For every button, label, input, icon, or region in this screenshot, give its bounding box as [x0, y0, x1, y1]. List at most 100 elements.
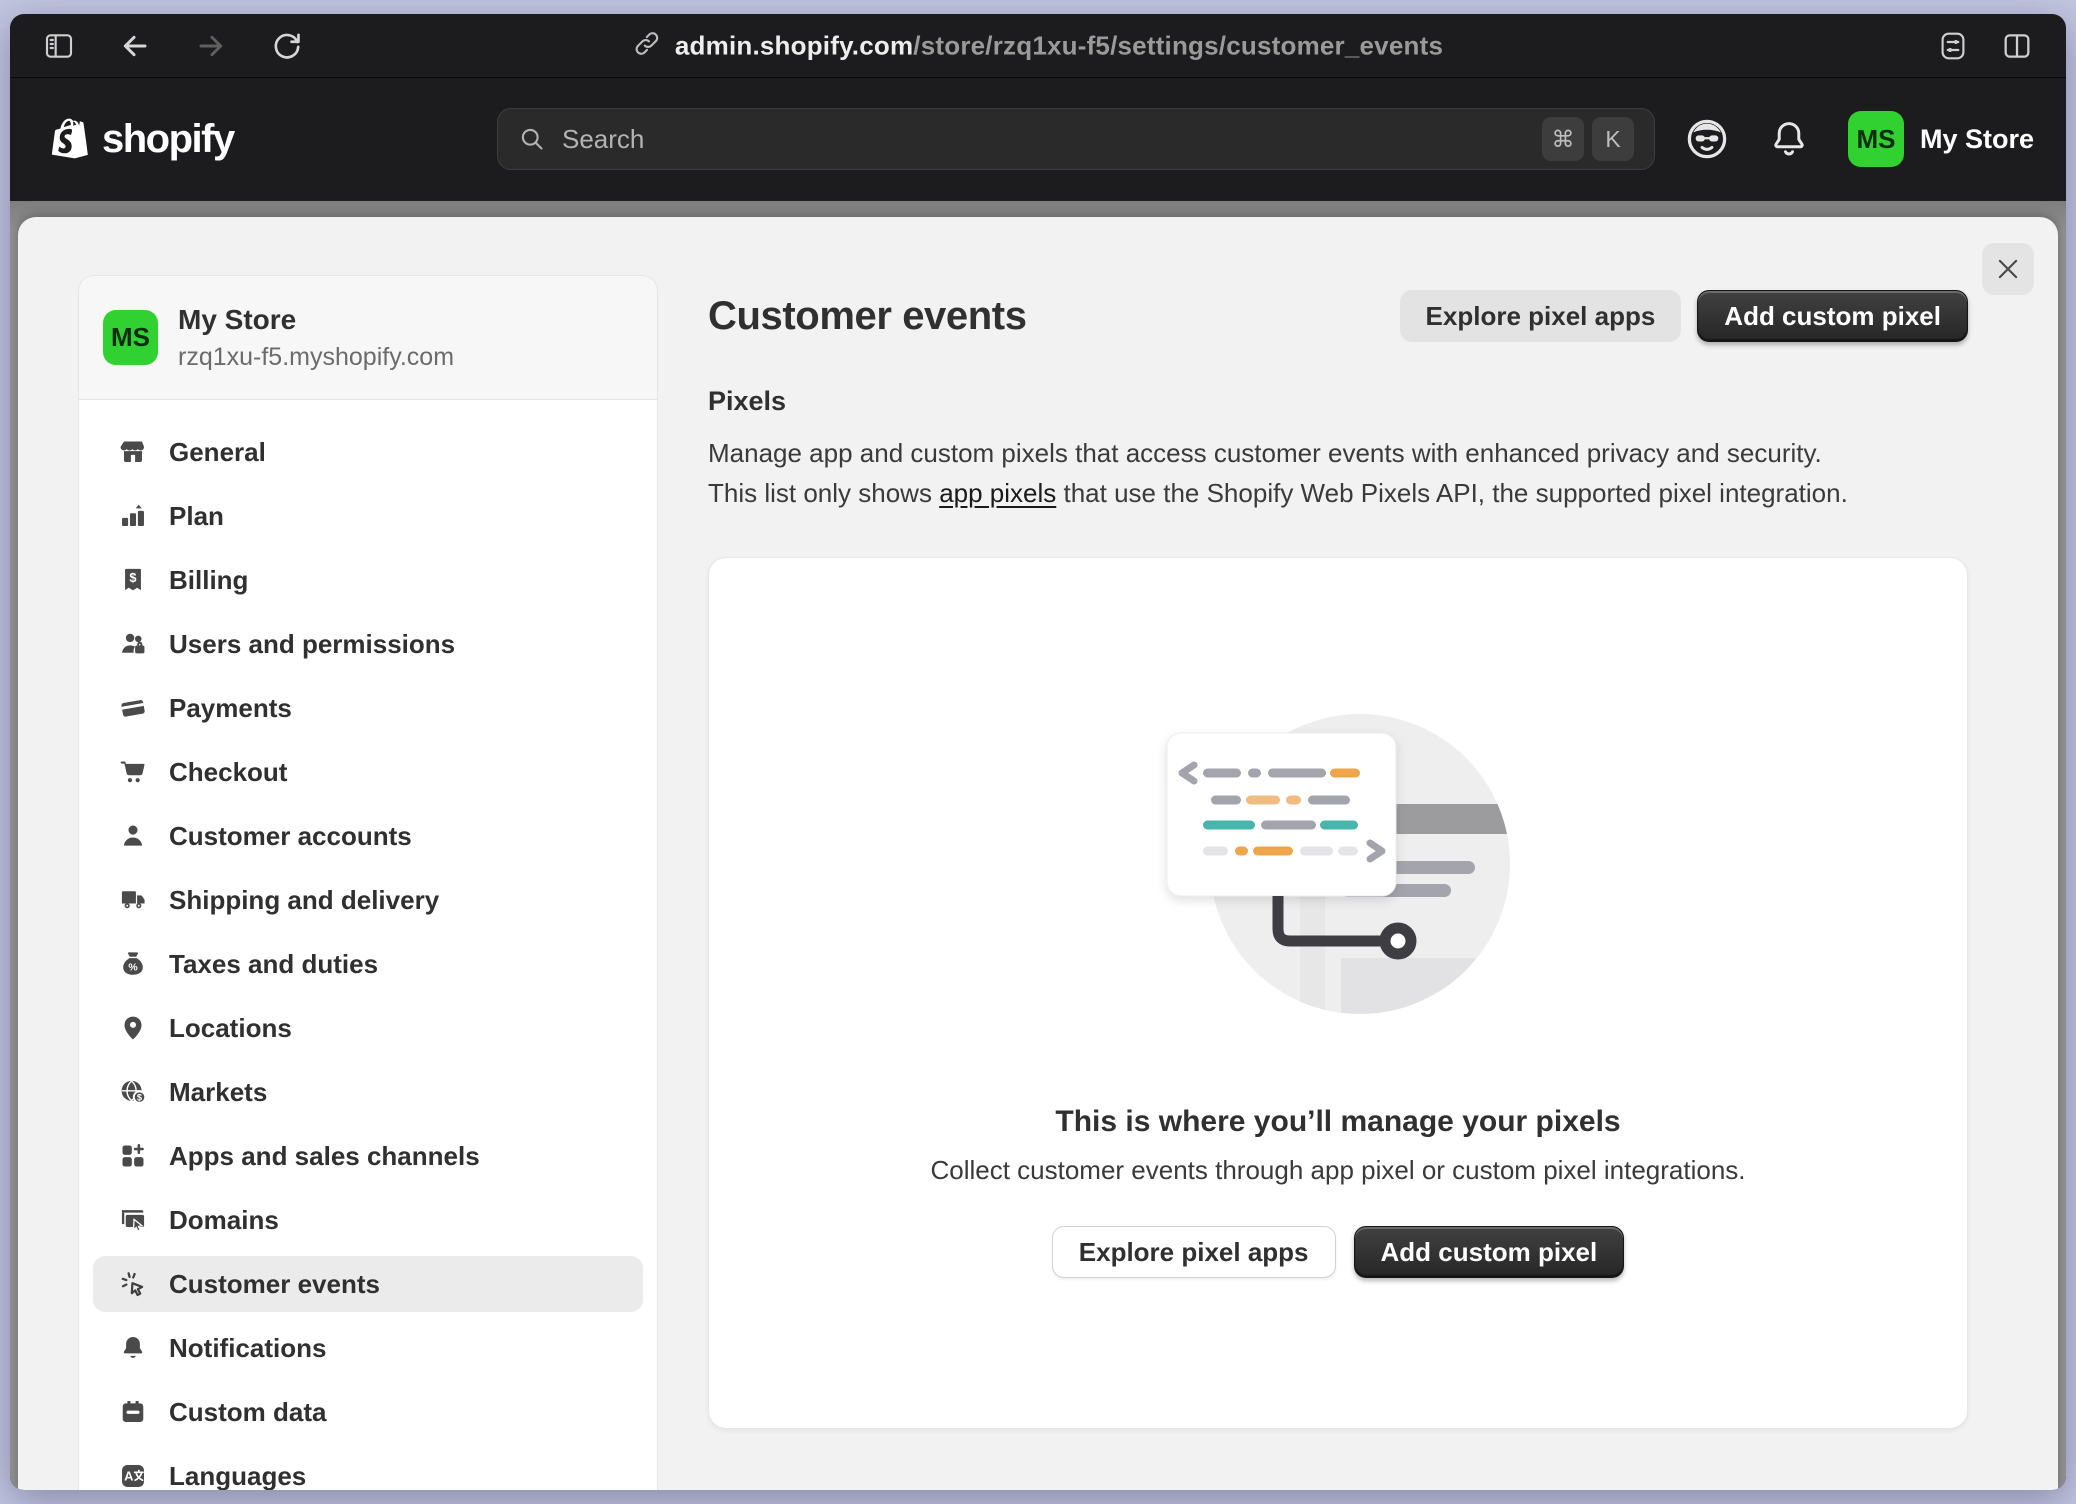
empty-state-heading: This is where you’ll manage your pixels	[1055, 1105, 1620, 1139]
pixels-description: Manage app and custom pixels that access…	[708, 433, 1968, 513]
taxes-icon: %	[119, 950, 147, 978]
split-view-icon[interactable]	[1994, 23, 2040, 69]
sidebar-item-markets[interactable]: $ Markets	[93, 1064, 643, 1120]
sidebar-item-label: Custom data	[169, 1397, 326, 1428]
users-icon	[119, 630, 147, 658]
illustration-code-card	[1167, 733, 1396, 896]
pixels-description-line2: This list only shows app pixels that use…	[708, 473, 1968, 513]
sidebar-item-label: Users and permissions	[169, 629, 455, 660]
svg-text:%: %	[128, 962, 138, 974]
sidebar-item-taxes-and-duties[interactable]: % Taxes and duties	[93, 936, 643, 992]
store-avatar: MS	[1848, 111, 1904, 167]
domains-icon	[119, 1206, 147, 1234]
browser-window: admin.shopify.com/store/rzq1xu-f5/settin…	[10, 14, 2066, 1490]
globe-icon: $	[119, 1078, 147, 1106]
pixels-illustration	[1148, 708, 1528, 1023]
store-name: My Store	[178, 304, 454, 336]
svg-text:$: $	[137, 1093, 143, 1103]
customer-events-icon	[119, 1270, 147, 1298]
plan-icon	[119, 502, 147, 530]
sidebar-item-customer-accounts[interactable]: Customer accounts	[93, 808, 643, 864]
address-bar[interactable]: admin.shopify.com/store/rzq1xu-f5/settin…	[633, 29, 1443, 62]
sidebar-item-label: Customer events	[169, 1269, 380, 1300]
sidebar-item-apps-and-sales-channels[interactable]: Apps and sales channels	[93, 1128, 643, 1184]
sidebar-item-label: Plan	[169, 501, 224, 532]
sidebar-item-notifications[interactable]: Notifications	[93, 1320, 643, 1376]
sidebar-item-label: Taxes and duties	[169, 949, 378, 980]
svg-text:A: A	[124, 1469, 133, 1484]
bell-icon	[119, 1334, 147, 1362]
sidebar-item-general[interactable]: General	[93, 424, 643, 480]
sidebar-item-label: Payments	[169, 693, 292, 724]
sidebar-item-label: Locations	[169, 1013, 292, 1044]
custom-data-icon	[119, 1398, 147, 1426]
sidekick-icon[interactable]	[1684, 116, 1730, 162]
sidebar-item-label: Checkout	[169, 757, 287, 788]
settings-nav: General Plan $Billing Users and permissions…	[79, 400, 657, 1490]
notifications-bell-icon[interactable]	[1768, 118, 1810, 160]
sidebar-item-languages[interactable]: ALanguages	[93, 1448, 643, 1490]
sidebar-item-payments[interactable]: Payments	[93, 680, 643, 736]
billing-icon: $	[119, 566, 147, 594]
url-host: admin.shopify.com	[675, 30, 913, 60]
search-icon	[518, 125, 546, 153]
dimmed-page-behind: MS My Store rzq1xu-f5.myshopify.com Gene…	[10, 201, 2066, 1490]
store-identity: My Store rzq1xu-f5.myshopify.com	[178, 304, 454, 372]
languages-icon: A	[119, 1462, 147, 1490]
app-pixels-link[interactable]: app pixels	[939, 478, 1056, 508]
settings-main: Customer events Explore pixel apps Add c…	[708, 290, 1968, 1429]
sidebar-item-domains[interactable]: Domains	[93, 1192, 643, 1248]
sidebar-item-checkout[interactable]: Checkout	[93, 744, 643, 800]
sidebar-item-label: Customer accounts	[169, 821, 412, 852]
shopify-header: shopify Search ⌘ K MS My Store	[10, 78, 2066, 200]
sidebar-item-label: Markets	[169, 1077, 267, 1108]
add-custom-pixel-button[interactable]: Add custom pixel	[1697, 290, 1968, 342]
sidebar-item-locations[interactable]: Locations	[93, 1000, 643, 1056]
sidebar-toggle-icon[interactable]	[36, 23, 82, 69]
search-shortcut: ⌘ K	[1542, 117, 1634, 161]
reload-icon[interactable]	[264, 23, 310, 69]
storefront-icon	[119, 438, 147, 466]
search-input[interactable]: Search ⌘ K	[497, 108, 1655, 170]
person-icon	[119, 822, 147, 850]
search-placeholder: Search	[562, 124, 644, 155]
account-menu[interactable]: MS My Store	[1848, 111, 2034, 167]
browser-toolbar-right	[1930, 23, 2040, 69]
back-icon[interactable]	[112, 23, 158, 69]
sidebar-store-avatar: MS	[103, 310, 158, 365]
sidebar-item-custom-data[interactable]: Custom data	[93, 1384, 643, 1440]
store-domain: rzq1xu-f5.myshopify.com	[178, 343, 454, 372]
forward-icon[interactable]	[188, 23, 234, 69]
page-title: Customer events	[708, 294, 1384, 339]
url-path: /store/rzq1xu-f5/settings/customer_event…	[913, 30, 1443, 60]
url-text: admin.shopify.com/store/rzq1xu-f5/settin…	[675, 30, 1443, 61]
sidebar-item-billing[interactable]: $Billing	[93, 552, 643, 608]
sidebar-item-label: Apps and sales channels	[169, 1141, 480, 1172]
link-icon	[633, 29, 661, 62]
pixels-empty-card: This is where you’ll manage your pixels …	[708, 557, 1968, 1429]
location-icon	[119, 1014, 147, 1042]
k-key: K	[1592, 117, 1634, 161]
settings-sidebar: MS My Store rzq1xu-f5.myshopify.com Gene…	[78, 275, 658, 1490]
close-icon[interactable]	[1982, 243, 2034, 295]
account-store-name: My Store	[1920, 124, 2034, 155]
shopify-logo[interactable]: shopify	[42, 110, 234, 168]
add-custom-pixel-button-empty[interactable]: Add custom pixel	[1354, 1226, 1625, 1278]
browser-nav-controls	[36, 23, 310, 69]
pixels-heading: Pixels	[708, 386, 1968, 417]
pixels-description-line1: Manage app and custom pixels that access…	[708, 433, 1968, 473]
sidebar-item-label: Domains	[169, 1205, 279, 1236]
settings-modal: MS My Store rzq1xu-f5.myshopify.com Gene…	[18, 217, 2058, 1490]
pixels-description-line2-before: This list only shows	[708, 478, 939, 508]
sidebar-item-label: Shipping and delivery	[169, 885, 439, 916]
payments-icon	[119, 694, 147, 722]
sidebar-item-shipping-and-delivery[interactable]: Shipping and delivery	[93, 872, 643, 928]
apps-icon	[119, 1142, 147, 1170]
sidebar-item-customer-events[interactable]: Customer events	[93, 1256, 643, 1312]
explore-pixel-apps-button[interactable]: Explore pixel apps	[1400, 290, 1682, 342]
browser-extensions-icon[interactable]	[1930, 23, 1976, 69]
sidebar-item-plan[interactable]: Plan	[93, 488, 643, 544]
page-header: Customer events Explore pixel apps Add c…	[708, 290, 1968, 342]
sidebar-item-users-and-permissions[interactable]: Users and permissions	[93, 616, 643, 672]
explore-pixel-apps-button-empty[interactable]: Explore pixel apps	[1052, 1226, 1336, 1278]
